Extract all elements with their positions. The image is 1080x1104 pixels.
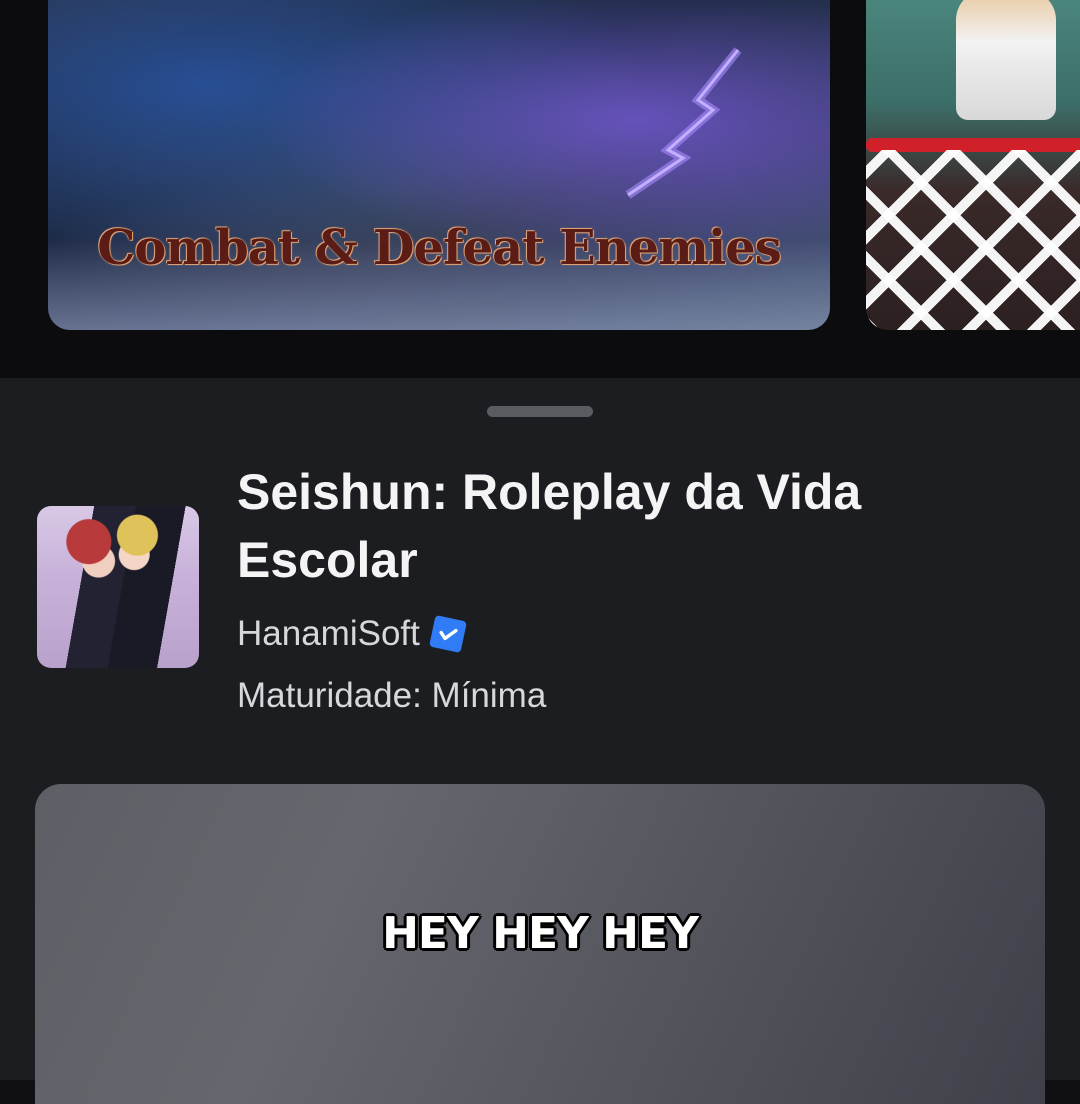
game-title: Seishun: Roleplay da Vida Escolar — [237, 464, 862, 588]
game-carousel: Combat & Defeat Enemies — [0, 0, 1080, 380]
hoop-net-art — [866, 150, 1080, 330]
game-card-basketball[interactable] — [866, 0, 1080, 330]
creator-name[interactable]: HanamiSoft — [237, 614, 420, 654]
media-preview[interactable]: HEY HEY HEY — [35, 784, 1045, 1104]
game-card-combat[interactable]: Combat & Defeat Enemies — [48, 0, 830, 330]
game-details-sheet: Seishun: Roleplay da Vida Escolar Hanami… — [0, 378, 1080, 1104]
verified-badge-icon — [428, 615, 467, 653]
maturity-rating: Maturidade: Mínima — [237, 676, 547, 715]
media-overlay-text: HEY HEY HEY — [382, 908, 699, 959]
creator-row[interactable]: HanamiSoft — [237, 612, 467, 656]
lightning-bolt-art — [625, 47, 742, 199]
game-thumbnail[interactable] — [37, 506, 199, 668]
sheet-drag-handle[interactable] — [487, 406, 593, 417]
avatar-figure-art — [956, 0, 1056, 120]
card-caption: Combat & Defeat Enemies — [97, 220, 782, 276]
